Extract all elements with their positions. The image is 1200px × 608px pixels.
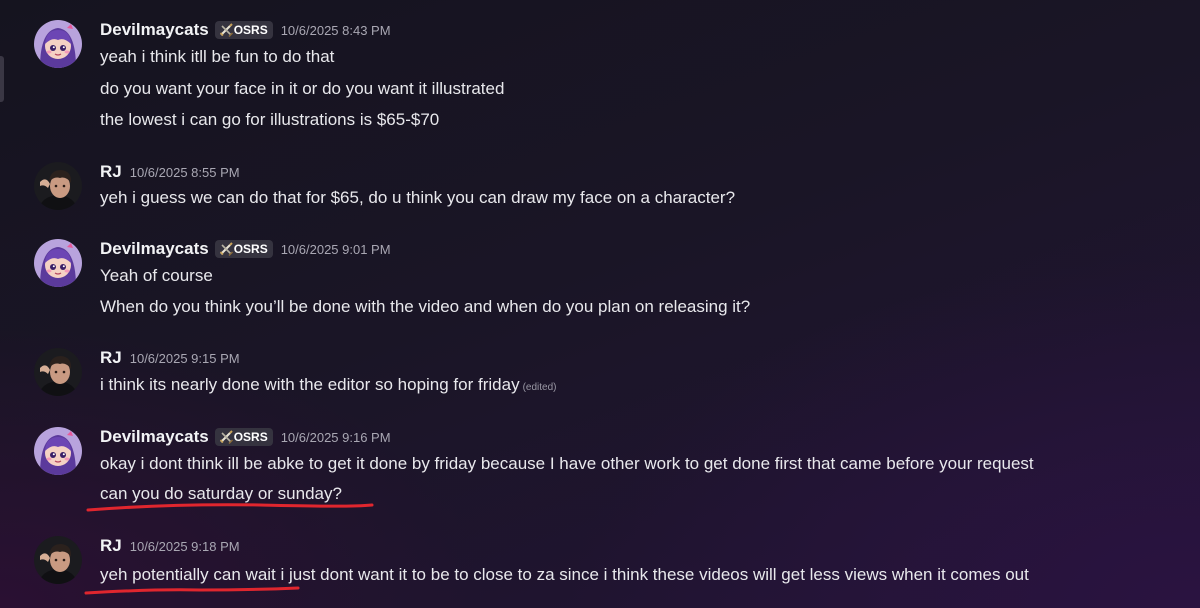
message-line: When do you think you’ll be done with th… — [100, 297, 751, 316]
username[interactable]: RJ — [100, 536, 122, 555]
message-group-rj-2: RJ 10/6/2025 9:15 PM i think its nearly d… — [0, 348, 1200, 398]
message-text: i think its nearly done with the editor … — [100, 375, 520, 394]
message-timestamp[interactable]: 10/6/2025 9:16 PM — [281, 430, 391, 445]
username[interactable]: Devilmaycats — [100, 239, 209, 258]
message-timestamp[interactable]: 10/6/2025 8:43 PM — [281, 23, 391, 38]
crossed-swords-icon — [218, 428, 234, 446]
message-header: RJ 10/6/2025 9:18 PM — [100, 536, 240, 560]
message-line: yeh potentially can wait i just dont wan… — [100, 565, 1029, 584]
message-line: the lowest i can go for illustrations is… — [100, 110, 440, 129]
avatar-rj[interactable] — [34, 348, 82, 396]
message-group-devilmaycats-2: Devilmaycats OSRS 10/6/2025 9:01 PM Yeah o… — [0, 239, 1200, 321]
message-header: Devilmaycats OSRS 10/6/2025 9:16 PM — [100, 427, 391, 451]
edited-label: (edited) — [522, 382, 557, 393]
server-tag-badge[interactable]: OSRS — [214, 240, 273, 258]
server-tag-badge[interactable]: OSRS — [214, 428, 273, 446]
message-header: Devilmaycats OSRS 10/6/2025 9:01 PM — [100, 239, 391, 263]
message-header: RJ 10/6/2025 9:15 PM — [100, 348, 240, 372]
message-group-devilmaycats-3: Devilmaycats OSRS 10/6/2025 9:16 PM okay i… — [0, 427, 1200, 509]
message-line: yeh i guess we can do that for $65, do u… — [100, 188, 736, 207]
message-line: can you do saturday or sunday? — [100, 484, 342, 503]
message-header: Devilmaycats OSRS 10/6/2025 8:43 PM — [100, 20, 391, 44]
server-tag-label: OSRS — [233, 242, 268, 256]
avatar-rj[interactable] — [34, 536, 82, 584]
message-group-rj-1: RJ 10/6/2025 8:55 PM yeh i guess we can d… — [0, 162, 1200, 212]
username[interactable]: RJ — [100, 348, 122, 367]
message-timestamp[interactable]: 10/6/2025 9:01 PM — [281, 242, 391, 257]
anime-girl-avatar — [34, 20, 82, 68]
avatar-devilmaycats[interactable] — [34, 427, 82, 475]
message-line: i think its nearly done with the editor … — [100, 375, 556, 395]
message-timestamp[interactable]: 10/6/2025 9:15 PM — [130, 351, 240, 366]
username[interactable]: Devilmaycats — [100, 20, 209, 39]
anime-girl-avatar — [34, 239, 82, 287]
message-timestamp[interactable]: 10/6/2025 9:18 PM — [130, 539, 240, 554]
message-line: yeah i think itll be fun to do that — [100, 47, 335, 66]
crossed-swords-icon — [218, 240, 234, 258]
server-tag-label: OSRS — [233, 23, 268, 37]
server-tag-badge[interactable]: OSRS — [214, 21, 273, 39]
message-timestamp[interactable]: 10/6/2025 8:55 PM — [130, 165, 240, 180]
message-line: Yeah of course — [100, 266, 213, 285]
message-line: okay i dont think ill be abke to get it … — [100, 454, 1034, 473]
crossed-swords-icon — [218, 21, 234, 39]
user-photo-avatar — [34, 536, 82, 584]
user-photo-avatar — [34, 162, 82, 210]
message-line: do you want your face in it or do you wa… — [100, 79, 505, 98]
avatar-devilmaycats[interactable] — [34, 20, 82, 68]
message-header: RJ 10/6/2025 8:55 PM — [100, 162, 240, 186]
username[interactable]: RJ — [100, 162, 122, 181]
server-tag-label: OSRS — [233, 430, 268, 444]
avatar-devilmaycats[interactable] — [34, 239, 82, 287]
username[interactable]: Devilmaycats — [100, 427, 209, 446]
avatar-rj[interactable] — [34, 162, 82, 210]
anime-girl-avatar — [34, 427, 82, 475]
message-group-rj-3: RJ 10/6/2025 9:18 PM yeh potentially can … — [0, 536, 1200, 586]
message-group-devilmaycats-1: Devilmaycats OSRS 10/6/2025 8:43 PM yeah i… — [0, 20, 1200, 135]
user-photo-avatar — [34, 348, 82, 396]
